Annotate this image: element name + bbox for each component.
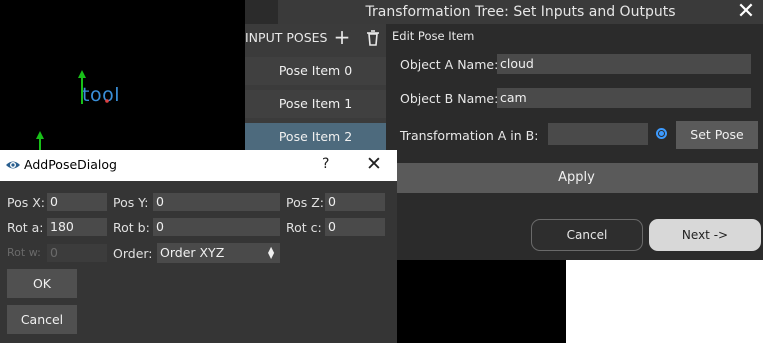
- object-b-field[interactable]: cam: [497, 88, 751, 108]
- rot-c-field[interactable]: 0: [325, 218, 385, 236]
- pose-item[interactable]: Pose Item 1: [245, 90, 386, 118]
- tool-axes: [78, 70, 109, 104]
- radio-dot: [659, 131, 664, 136]
- cancel-button[interactable]: Cancel: [7, 305, 77, 334]
- chevron-updown-icon: ▲ ▼: [268, 245, 275, 260]
- pos-x-field[interactable]: 0: [47, 193, 107, 211]
- pose-item-selected[interactable]: Pose Item 2: [245, 123, 386, 151]
- pos-y-label: Pos Y:: [113, 195, 149, 210]
- trash-icon[interactable]: [363, 28, 383, 50]
- apply-button[interactable]: Apply: [395, 163, 758, 193]
- object-a-field[interactable]: cloud: [497, 54, 751, 74]
- rot-w-field: 0: [47, 244, 107, 262]
- rot-a-field[interactable]: 180: [47, 218, 107, 236]
- rot-b-field[interactable]: 0: [153, 218, 280, 236]
- origin-axis: [36, 131, 44, 152]
- app-eye-icon: [5, 157, 21, 173]
- background-window: [566, 260, 763, 343]
- set-pose-button[interactable]: Set Pose: [676, 121, 758, 149]
- pos-x-label: Pos X:: [7, 195, 46, 210]
- transformation-label: Transformation A in B:: [400, 128, 539, 143]
- close-icon[interactable]: ✕: [364, 153, 384, 175]
- help-icon[interactable]: ?: [322, 156, 329, 172]
- rot-b-label: Rot b:: [113, 220, 150, 235]
- order-select[interactable]: Order XYZ: [157, 243, 280, 263]
- input-poses-header: INPUT POSES: [245, 30, 328, 45]
- object-a-label: Object A Name:: [400, 57, 499, 72]
- plus-icon[interactable]: +: [331, 26, 353, 50]
- ok-button[interactable]: OK: [7, 269, 77, 298]
- dialog-title: Transformation Tree: Set Inputs and Outp…: [278, 0, 763, 24]
- close-icon[interactable]: ✕: [736, 1, 756, 23]
- order-label: Order:: [113, 246, 153, 261]
- edit-pose-title: Edit Pose Item: [392, 29, 475, 43]
- cancel-button[interactable]: Cancel: [531, 219, 643, 251]
- object-b-label: Object B Name:: [400, 91, 499, 106]
- pos-y-field[interactable]: 0: [153, 193, 280, 211]
- add-pose-title: AddPoseDialog: [24, 157, 117, 172]
- pos-z-field[interactable]: 0: [325, 193, 385, 211]
- pos-z-label: Pos Z:: [286, 195, 325, 210]
- rot-c-label: Rot c:: [286, 220, 322, 235]
- pose-item[interactable]: Pose Item 0: [245, 57, 386, 85]
- transformation-field[interactable]: [548, 123, 648, 145]
- next-button[interactable]: Next ->: [649, 219, 761, 251]
- rot-w-label: Rot w:: [7, 246, 41, 259]
- rot-a-label: Rot a:: [7, 220, 44, 235]
